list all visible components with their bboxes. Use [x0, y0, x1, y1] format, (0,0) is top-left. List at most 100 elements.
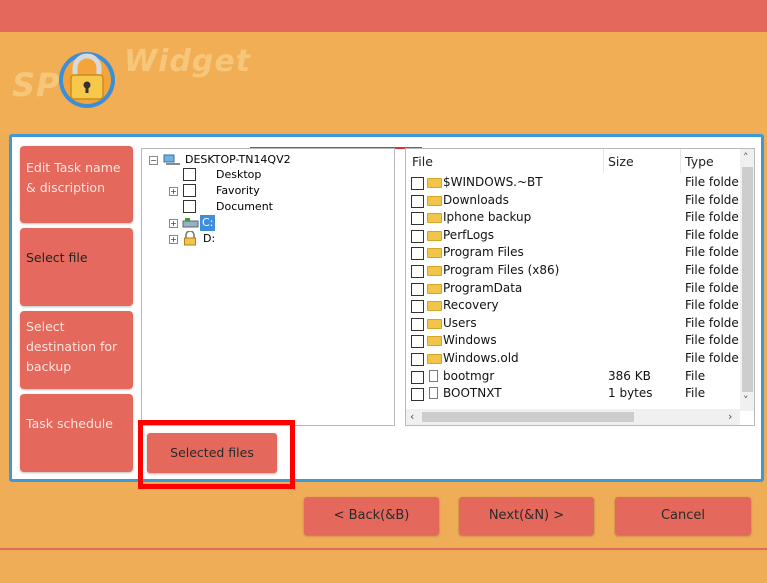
list-item[interactable]: Windows File folde	[406, 332, 740, 350]
row-checkbox[interactable]	[411, 388, 424, 402]
file-type: File	[685, 386, 706, 401]
file-type: File folde	[685, 351, 739, 365]
file-list[interactable]: File Size Type $WINDOWS.~BT File folde Do…	[405, 148, 755, 426]
cancel-button[interactable]: Cancel	[615, 497, 751, 535]
row-checkbox[interactable]	[411, 212, 424, 226]
folder-icon	[427, 248, 442, 259]
folder-icon	[427, 178, 442, 188]
list-item[interactable]: BOOTNXT 1 bytes File	[406, 385, 740, 403]
row-checkbox[interactable]	[411, 335, 424, 349]
file-name: Program Files	[443, 245, 524, 260]
list-item[interactable]: Windows.old File folde	[406, 350, 740, 368]
folder-tree[interactable]: − DESKTOP-TN14QV2 Desktop + Favority Doc…	[141, 148, 395, 426]
row-checkbox[interactable]	[411, 370, 424, 384]
folder-icon	[427, 336, 442, 347]
file-type: File folde	[685, 245, 739, 260]
horizontal-scroll-thumb[interactable]	[422, 412, 634, 422]
scroll-up-icon[interactable]: ˄	[743, 152, 749, 164]
column-divider	[680, 149, 681, 173]
tree-item-label: Favority	[216, 184, 260, 197]
file-name: Windows.old	[443, 351, 519, 365]
list-item[interactable]: Downloads File folde	[406, 192, 740, 210]
scroll-down-icon[interactable]: ˅	[743, 395, 749, 407]
list-item[interactable]: Program Files (x86) File folde	[406, 262, 740, 280]
file-name: Iphone backup	[443, 210, 532, 225]
folder-icon	[427, 283, 442, 294]
row-checkbox[interactable]	[411, 282, 424, 296]
logo-text-right: Widget	[124, 44, 252, 79]
scroll-left-icon[interactable]: ‹	[410, 411, 414, 423]
row-checkbox[interactable]	[411, 265, 424, 278]
file-name: Program Files (x86)	[443, 263, 560, 277]
file-name: PerfLogs	[443, 227, 495, 242]
scroll-right-icon[interactable]: ›	[728, 411, 732, 423]
drive-c-label: C:	[200, 215, 216, 231]
file-icon	[429, 369, 438, 382]
logo-text-left: SP	[12, 66, 61, 104]
favority-checkbox[interactable]	[183, 184, 196, 197]
tree-root-label: DESKTOP-TN14QV2	[185, 153, 291, 166]
file-type: File folde	[685, 333, 739, 348]
computer-icon	[163, 154, 180, 165]
footer-divider	[0, 548, 767, 550]
column-header-file[interactable]: File	[412, 152, 433, 172]
vertical-scroll-thumb[interactable]	[742, 167, 753, 392]
expand-icon[interactable]: +	[169, 219, 178, 228]
file-name: $WINDOWS.~BT	[443, 175, 543, 189]
file-type: File folde	[685, 192, 739, 207]
row-checkbox[interactable]	[411, 300, 424, 314]
list-item[interactable]: $WINDOWS.~BT File folde	[406, 174, 740, 192]
locked-drive-icon	[184, 231, 196, 246]
folder-icon	[427, 213, 442, 224]
step-task-schedule[interactable]: Task schedule	[20, 394, 133, 472]
row-checkbox[interactable]	[411, 353, 424, 366]
list-item[interactable]: Iphone backup File folde	[406, 209, 740, 227]
list-item[interactable]: PerfLogs File folde	[406, 227, 740, 245]
list-item[interactable]: bootmgr 386 KB File	[406, 368, 740, 386]
file-name: Windows	[443, 333, 497, 348]
row-checkbox[interactable]	[411, 177, 424, 190]
drive-icon	[182, 218, 199, 228]
file-type: File folde	[685, 227, 739, 242]
column-header-type[interactable]: Type	[685, 152, 714, 172]
step-select-destination[interactable]: Select destination for backup	[20, 311, 133, 389]
file-type: File folde	[685, 315, 739, 330]
folder-icon	[427, 230, 442, 241]
back-button[interactable]: < Back(&B)	[304, 497, 439, 535]
drive-d-label: D:	[203, 232, 216, 245]
row-checkbox[interactable]	[411, 317, 424, 331]
file-type: File folde	[685, 298, 739, 313]
row-checkbox[interactable]	[411, 247, 424, 261]
file-type: File folde	[685, 280, 739, 295]
file-size: 386 KB	[608, 368, 651, 383]
file-size: 1 bytes	[608, 386, 653, 401]
folder-icon	[427, 301, 442, 312]
file-type: File folde	[685, 263, 739, 277]
file-name: BOOTNXT	[443, 386, 502, 401]
tree-item-label: Desktop	[216, 168, 262, 181]
expand-icon[interactable]: +	[169, 235, 178, 244]
document-checkbox[interactable]	[183, 200, 196, 213]
file-type: File	[685, 368, 706, 383]
folder-icon	[427, 318, 442, 329]
next-button[interactable]: Next(&N) >	[459, 497, 594, 535]
expand-icon[interactable]: +	[169, 187, 178, 196]
file-icon	[429, 387, 438, 400]
file-name: Downloads	[443, 192, 509, 207]
selected-files-button[interactable]: Selected files	[147, 433, 277, 473]
list-item[interactable]: Recovery File folde	[406, 297, 740, 315]
collapse-icon[interactable]: −	[149, 156, 158, 165]
list-item[interactable]: Users File folde	[406, 315, 740, 333]
folder-icon	[427, 354, 442, 364]
desktop-checkbox[interactable]	[183, 168, 196, 181]
folder-icon	[427, 195, 442, 206]
step-select-file[interactable]: Select file	[20, 228, 133, 306]
step-edit-task-name[interactable]: Edit Task name & discription	[20, 146, 133, 223]
list-item[interactable]: ProgramData File folde	[406, 280, 740, 298]
file-name: Users	[443, 315, 477, 330]
list-item[interactable]: Program Files File folde	[406, 244, 740, 262]
row-checkbox[interactable]	[411, 229, 424, 243]
lock-icon	[59, 52, 115, 108]
row-checkbox[interactable]	[411, 194, 424, 208]
column-header-size[interactable]: Size	[608, 152, 634, 172]
